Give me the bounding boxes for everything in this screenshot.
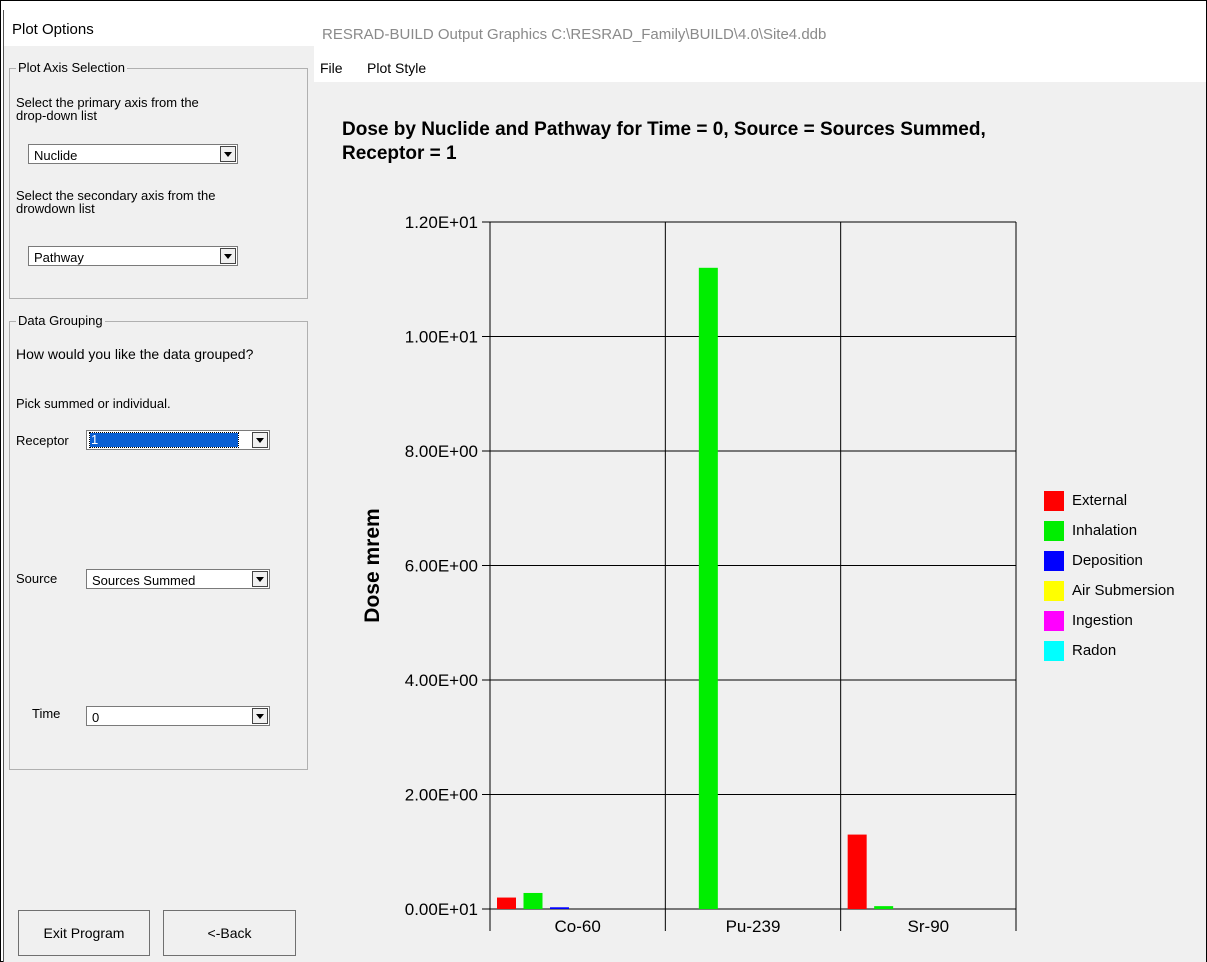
x-tick-label: Sr-90: [908, 917, 950, 936]
legend-swatch: [1044, 521, 1064, 541]
source-label: Source: [16, 571, 58, 586]
legend-label: External: [1072, 492, 1128, 509]
legend-label: Inhalation: [1072, 522, 1138, 539]
primary-axis-value: Nuclide: [34, 148, 78, 163]
chevron-down-icon[interactable]: [252, 432, 268, 448]
y-tick-label: 2.00E+00: [405, 786, 478, 805]
exit-program-button[interactable]: Exit Program: [18, 910, 150, 956]
legend-label: Radon: [1072, 642, 1117, 659]
receptor-value: 1: [89, 432, 239, 448]
data-grouping-instruction: Pick summed or individual.: [16, 396, 171, 411]
legend-swatch: [1044, 551, 1064, 571]
y-tick-label: 8.00E+00: [405, 442, 478, 461]
x-tick-label: Pu-239: [726, 917, 781, 936]
time-value: 0: [92, 710, 100, 725]
source-dropdown[interactable]: Sources Summed: [86, 569, 270, 589]
bar-inhalation: [874, 906, 894, 909]
bar-deposition: [550, 907, 569, 909]
plot-axis-selection-group: Plot Axis Selection Select the primary a…: [9, 60, 308, 299]
secondary-axis-prompt-line2: drowdown list: [16, 201, 95, 216]
time-label: Time: [32, 706, 61, 721]
secondary-axis-value: Pathway: [34, 250, 84, 265]
legend-swatch: [1044, 581, 1064, 601]
data-grouping-legend: Data Grouping: [16, 313, 105, 328]
bar-external: [847, 834, 867, 909]
y-tick-label: 4.00E+00: [405, 671, 478, 690]
y-tick-label: 0.00E+01: [405, 900, 478, 919]
y-axis-label: Dose mrem: [361, 508, 384, 622]
primary-axis-prompt-line2: drop-down list: [16, 108, 97, 123]
back-button[interactable]: <-Back: [163, 910, 296, 956]
output-graphics-window: RESRAD-BUILD Output Graphics C:\RESRAD_F…: [314, 10, 1206, 962]
x-tick-label: Co-60: [555, 917, 601, 936]
chevron-down-icon[interactable]: [252, 708, 268, 724]
chevron-down-icon[interactable]: [220, 146, 236, 162]
plot-options-panel: Plot Options Plot Axis Selection Select …: [3, 10, 316, 962]
legend-label: Air Submersion: [1072, 582, 1175, 599]
bar-external: [497, 897, 516, 909]
legend-swatch: [1044, 491, 1064, 511]
legend-label: Deposition: [1072, 552, 1143, 569]
data-grouping-group: Data Grouping How would you like the dat…: [9, 313, 308, 770]
bar-inhalation: [523, 892, 543, 909]
chevron-down-icon[interactable]: [252, 571, 268, 587]
legend-swatch: [1044, 611, 1064, 631]
y-tick-label: 6.00E+00: [405, 557, 478, 576]
legend-label: Ingestion: [1072, 612, 1133, 629]
chart-plot: 0.00E+01 2.00E+00 4.00E+00 6.00E+00 8.00E+00…: [361, 213, 1017, 936]
chevron-down-icon[interactable]: [220, 248, 236, 264]
time-dropdown[interactable]: 0: [86, 706, 270, 726]
receptor-dropdown[interactable]: 1: [86, 430, 270, 450]
secondary-axis-dropdown[interactable]: Pathway: [28, 246, 238, 266]
source-value: Sources Summed: [92, 573, 196, 588]
y-tick-label: 1.20E+01: [405, 213, 478, 232]
primary-axis-dropdown[interactable]: Nuclide: [28, 144, 238, 164]
receptor-label: Receptor: [16, 433, 69, 448]
plot-options-title: Plot Options: [12, 21, 94, 38]
bar-inhalation: [698, 267, 718, 909]
y-tick-label: 1.00E+01: [405, 328, 478, 347]
plot-axis-selection-legend: Plot Axis Selection: [16, 60, 127, 75]
data-grouping-question: How would you like the data grouped?: [16, 346, 254, 362]
legend-swatch: [1044, 641, 1064, 661]
plot-options-title-bar: Plot Options: [4, 10, 315, 46]
